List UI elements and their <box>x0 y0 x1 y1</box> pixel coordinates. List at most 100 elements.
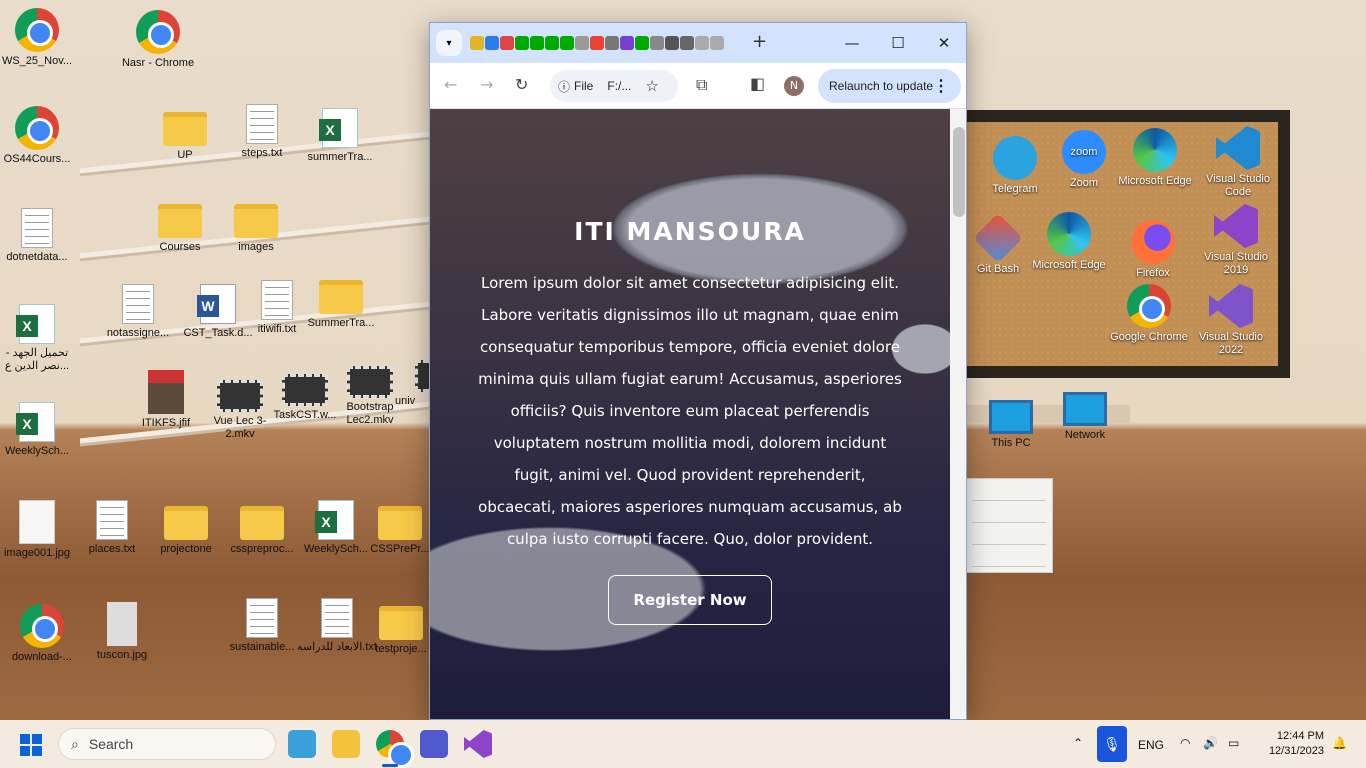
video-file-icon <box>347 366 393 398</box>
visual-studio-icon <box>1214 204 1258 248</box>
desktop-icon-summertra[interactable]: summerTra... <box>300 108 380 164</box>
chevron-up-icon[interactable]: ⌃ <box>1073 736 1083 750</box>
chrome-icon <box>20 604 64 648</box>
folder-icon <box>163 112 207 146</box>
desktop-icon-courses[interactable]: Courses <box>140 196 220 254</box>
desktop-icon-places[interactable]: places.txt <box>72 500 152 556</box>
desktop-icon-projectone[interactable]: projectone <box>146 498 226 556</box>
text-file-icon <box>21 208 53 248</box>
clock[interactable]: 12:44 PM 12/31/2023 <box>1256 729 1324 759</box>
folder-icon <box>319 280 363 314</box>
forward-icon[interactable]: → <box>480 75 493 94</box>
desktop-icon-images[interactable]: images <box>216 196 296 254</box>
desktop-icon-csspreproc[interactable]: csspreproc... <box>222 498 302 556</box>
language-indicator[interactable]: ENG <box>1138 738 1164 752</box>
hero-paragraph: Lorem ipsum dolor sit amet consectetur a… <box>478 274 902 548</box>
desktop-icon-edge[interactable]: Microsoft Edge <box>1115 128 1195 188</box>
folder-icon <box>234 204 278 238</box>
desktop-icon-tuscon[interactable]: tuscon.jpg <box>82 602 162 662</box>
wifi-icon[interactable]: ◠ <box>1180 736 1190 750</box>
desktop-icon-testproje[interactable]: testproje... <box>372 598 430 656</box>
desktop-icon-weeklysch[interactable]: WeeklySch... <box>0 402 77 458</box>
desktop-icon-steps[interactable]: steps.txt <box>222 104 302 160</box>
text-file-icon <box>261 280 293 320</box>
telegram-icon <box>993 136 1037 180</box>
maximize-button[interactable]: ☐ <box>875 23 921 63</box>
notification-bell-icon[interactable]: 🔔 <box>1332 736 1347 750</box>
desktop-icon-vscode[interactable]: Visual Studio Code <box>1198 126 1278 199</box>
chrome-icon <box>1127 284 1171 328</box>
menu-icon[interactable]: ⋮ <box>933 76 949 96</box>
battery-icon[interactable]: ▭ <box>1228 736 1239 750</box>
microphone-icon[interactable]: 🎙 <box>1097 726 1127 762</box>
chrome-icon <box>15 8 59 52</box>
desktop-icon-download[interactable]: download-... <box>2 604 82 664</box>
desktop-icon-arabic-txt[interactable]: الابعاد للدراسه.txt <box>297 598 377 654</box>
desktop-icon-telegram[interactable]: Telegram <box>975 136 1055 196</box>
desktop-icon-arabic-xls[interactable]: تحميل الجهد - نصر الدين ع... <box>0 304 77 373</box>
desktop-icon-dotnetdata[interactable]: dotnetdata... <box>0 208 77 264</box>
desktop-icon-weeklysch2[interactable]: WeeklySch... <box>296 500 376 556</box>
desktop-icon-os44[interactable]: OS44Cours... <box>0 106 77 166</box>
firefox-icon <box>1131 220 1175 264</box>
edge-icon <box>1133 128 1177 172</box>
desktop-icon-notassigne[interactable]: notassigne... <box>98 284 178 340</box>
text-file-icon <box>96 500 128 540</box>
desktop-icon-this-pc[interactable]: This PC <box>971 400 1051 450</box>
back-icon[interactable]: ← <box>444 75 457 94</box>
desktop-icon-univ[interactable]: univ <box>395 352 431 408</box>
desktop-icon-zoom[interactable]: zoom Zoom <box>1044 130 1124 190</box>
notepad-icon[interactable] <box>288 730 316 758</box>
bookmark-star-icon[interactable]: ☆ <box>645 77 658 95</box>
excel-file-icon <box>16 304 55 344</box>
windows-start-icon[interactable] <box>20 734 42 756</box>
desktop-icon-gitbash[interactable]: Git Bash <box>958 213 1038 276</box>
scrollbar[interactable] <box>950 109 966 719</box>
file-explorer-icon[interactable] <box>332 730 360 758</box>
scrollbar-thumb[interactable] <box>953 127 965 217</box>
taskbar-search[interactable]: ⌕ Search <box>58 728 276 760</box>
drawer-cabinet <box>965 478 1053 573</box>
desktop-icon-network[interactable]: Network <box>1045 392 1125 442</box>
desktop-icon-itikfs[interactable]: ITIKFS.jfif <box>126 370 206 430</box>
desktop-icon-cssprepr[interactable]: CSSPrePr... <box>370 498 430 556</box>
desktop-icon-image001[interactable]: image001.jpg <box>0 500 77 560</box>
page-viewport: ITI MANSOURA Lorem ipsum dolor sit amet … <box>430 109 950 719</box>
desktop-icon-nasr-chrome[interactable]: Nasr - Chrome <box>118 10 198 70</box>
text-file-icon <box>246 104 278 144</box>
pinned-tab-favicons[interactable] <box>470 36 724 50</box>
chrome-taskbar-icon[interactable] <box>376 730 414 768</box>
chevron-down-icon[interactable]: ▾ <box>436 30 462 56</box>
reload-icon[interactable]: ↻ <box>515 75 528 94</box>
profile-avatar[interactable]: N <box>784 76 804 96</box>
desktop-icon-vs2022[interactable]: Visual Studio 2022 <box>1191 284 1271 357</box>
volume-icon[interactable]: 🔊 <box>1203 736 1218 750</box>
teams-icon[interactable] <box>420 730 448 758</box>
taskbar: ⌕ Search ⌃ 🎙 ENG ◠ 🔊 ▭ 12:44 PM 12/31/2023… <box>0 720 1366 768</box>
desktop-icon-summertra-folder[interactable]: SummerTra... <box>301 272 381 330</box>
register-now-button[interactable]: Register Now <box>608 575 772 625</box>
text-file-icon <box>321 598 353 638</box>
relaunch-button[interactable]: Relaunch to update ⋮ <box>818 69 961 103</box>
new-tab-button[interactable]: + <box>752 31 767 52</box>
chrome-icon <box>136 10 180 54</box>
omnibox[interactable]: ⓘ File F:/... ☆ <box>550 70 678 102</box>
side-panel-icon[interactable]: ◧ <box>750 74 765 93</box>
desktop-icon-vs2019[interactable]: Visual Studio 2019 <box>1196 204 1276 277</box>
desktop-icon-edge2[interactable]: Microsoft Edge <box>1029 212 1109 272</box>
visual-studio-taskbar-icon[interactable] <box>464 730 492 758</box>
image-file-icon <box>148 370 184 414</box>
desktop-icon-up[interactable]: UP <box>145 104 225 162</box>
desktop-icon-firefox[interactable]: Firefox <box>1113 220 1193 280</box>
site-info-chip[interactable]: ⓘ File <box>558 78 593 95</box>
minimize-button[interactable]: — <box>829 23 875 63</box>
search-icon: ⌕ <box>71 735 79 752</box>
extensions-icon[interactable]: ⧉ <box>696 75 707 95</box>
folder-icon <box>240 506 284 540</box>
desktop-icon-google-chrome[interactable]: Google Chrome <box>1109 284 1189 344</box>
chrome-window[interactable]: ▾ + — ☐ ✕ ← → ↻ ⓘ File F:/... ☆ ⧉ ◧ N Rel… <box>429 22 967 720</box>
desktop-icon-ws25[interactable]: WS_25_Nov... <box>0 8 77 68</box>
folder-icon <box>378 506 422 540</box>
desktop-icon-sustainable[interactable]: sustainable... <box>222 598 302 654</box>
close-button[interactable]: ✕ <box>921 23 966 63</box>
